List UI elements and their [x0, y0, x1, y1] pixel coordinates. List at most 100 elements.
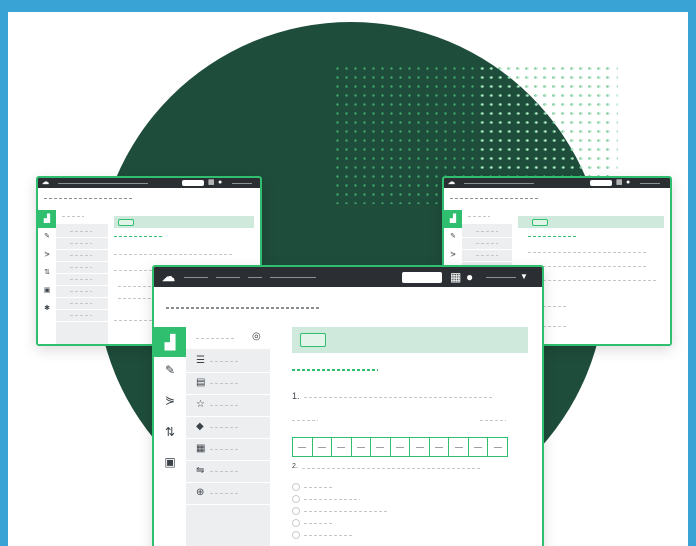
list-icon: ☰: [196, 355, 205, 366]
top-bar: ☁ ▦ ● ▼: [154, 267, 542, 287]
chevron-down-icon[interactable]: ▼: [520, 272, 528, 282]
sidebar-item-analyze[interactable]: ▟: [444, 210, 462, 228]
sidebar: ▟ ✎ ⋟ ⇅ ▣: [154, 327, 187, 546]
help-icon[interactable]: ●: [466, 271, 473, 283]
illustration-canvas: ☁ ▦ ● ▟ ✎ ⋟ ⇅ ▣ ✱ ☁ ▦ ● ▟ ✎ ⋟ ☁ ▦ ● ▼ ▟ …: [8, 12, 688, 546]
list-item[interactable]: ▦: [186, 439, 270, 461]
radio-option[interactable]: [292, 531, 300, 539]
list-item[interactable]: [462, 250, 512, 262]
list-item[interactable]: ⇋: [186, 461, 270, 483]
list-item[interactable]: [56, 274, 108, 286]
help-icon[interactable]: ●: [626, 178, 630, 188]
top-bar: ☁ ▦ ●: [444, 178, 670, 188]
matrix-icon: ⇋: [196, 465, 205, 476]
calendar-icon[interactable]: ▣: [154, 455, 186, 469]
help-icon[interactable]: ●: [218, 178, 222, 188]
list-item[interactable]: [56, 286, 108, 298]
question-type-panel: ◎ ☰ ▤ ☆ ◆ ▦ ⇋ ⊕: [186, 327, 270, 546]
sidebar-item-analyze[interactable]: ▟: [38, 210, 56, 228]
scale-option[interactable]: [371, 438, 391, 456]
answer-option: [304, 511, 388, 512]
grid-icon[interactable]: ▦: [450, 271, 461, 283]
list-item[interactable]: ☰: [186, 351, 270, 373]
scale-option[interactable]: [390, 438, 411, 456]
list-item[interactable]: ⊕: [186, 483, 270, 505]
list-item[interactable]: [56, 238, 108, 250]
list-item[interactable]: ▤: [186, 373, 270, 395]
list-item[interactable]: ☆: [186, 395, 270, 417]
nav-placeholder: [270, 277, 316, 278]
answer-option: [304, 523, 332, 524]
list-item[interactable]: [56, 310, 108, 322]
list-item[interactable]: ◆: [186, 417, 270, 439]
survey-canvas: 1. 2.: [270, 327, 542, 546]
sliders-icon[interactable]: ⇅: [38, 268, 56, 276]
table-icon: ▦: [196, 443, 206, 454]
radio-option[interactable]: [292, 507, 300, 515]
scale-option[interactable]: [449, 438, 469, 456]
flow-icon[interactable]: ⋟: [38, 250, 56, 258]
nav-placeholder: [248, 277, 262, 278]
survey-heading: [114, 236, 164, 237]
radio-option[interactable]: [292, 483, 300, 491]
search-input[interactable]: [402, 272, 442, 283]
flow-icon[interactable]: ⋟: [154, 393, 186, 407]
answer-option: [304, 535, 354, 536]
question-text: [114, 254, 234, 255]
gear-icon[interactable]: ✱: [38, 304, 56, 312]
brush-icon[interactable]: ✎: [38, 232, 56, 240]
panel-header: [56, 210, 108, 224]
flow-icon[interactable]: ⋟: [444, 250, 462, 258]
brush-icon[interactable]: ✎: [154, 363, 186, 377]
page-label: [532, 219, 548, 226]
scale-option[interactable]: [410, 438, 430, 456]
list-item[interactable]: [462, 226, 512, 238]
account-menu[interactable]: [640, 183, 660, 184]
radio-option[interactable]: [292, 495, 300, 503]
sidebar-item-analyze[interactable]: ▟: [154, 327, 186, 357]
list-item[interactable]: [56, 262, 108, 274]
survey-title: [166, 307, 320, 309]
globe-icon: ◆: [196, 421, 204, 432]
account-menu[interactable]: [232, 183, 252, 184]
scale-option[interactable]: [468, 438, 489, 456]
top-bar: ☁ ▦ ●: [38, 178, 260, 188]
question-text: [528, 266, 648, 267]
cloud-logo-icon: ☁: [448, 179, 455, 186]
dot-pattern-light: [478, 64, 618, 174]
panel-title: [62, 216, 84, 217]
image-icon: ▤: [196, 377, 206, 388]
page-banner: [292, 327, 528, 353]
account-menu[interactable]: [486, 277, 516, 278]
answer-option: [304, 499, 360, 500]
settings-icon[interactable]: ◎: [252, 331, 261, 342]
panel-header: ◎: [186, 327, 270, 349]
page-banner: [518, 216, 664, 228]
nav-placeholder: [216, 277, 240, 278]
list-item[interactable]: [56, 250, 108, 262]
radio-option[interactable]: [292, 519, 300, 527]
rating-scale[interactable]: [292, 437, 508, 457]
scale-option[interactable]: [332, 438, 352, 456]
panel-title: [468, 216, 490, 217]
search-input[interactable]: [182, 180, 204, 186]
panel-title: [196, 338, 236, 339]
search-input[interactable]: [590, 180, 612, 186]
scale-option[interactable]: [312, 438, 333, 456]
list-item[interactable]: [462, 238, 512, 250]
survey-editor-window-main: ☁ ▦ ● ▼ ▟ ✎ ⋟ ⇅ ▣ ◎ ☰ ▤ ☆ ◆ ▦ ⇋ ⊕ 1. 2.: [152, 265, 544, 546]
grid-icon[interactable]: ▦: [208, 178, 215, 188]
survey-heading: [528, 236, 578, 237]
brush-icon[interactable]: ✎: [444, 232, 462, 240]
question-text: [302, 468, 482, 469]
grid-icon[interactable]: ▦: [616, 178, 623, 188]
lock-icon: ⊕: [196, 487, 205, 498]
sliders-icon[interactable]: ⇅: [154, 425, 186, 439]
list-item[interactable]: [56, 298, 108, 310]
scale-option[interactable]: [293, 438, 313, 456]
scale-option[interactable]: [351, 438, 372, 456]
scale-option[interactable]: [429, 438, 450, 456]
list-item[interactable]: [56, 226, 108, 238]
scale-option[interactable]: [488, 438, 508, 456]
calendar-icon[interactable]: ▣: [38, 286, 56, 294]
